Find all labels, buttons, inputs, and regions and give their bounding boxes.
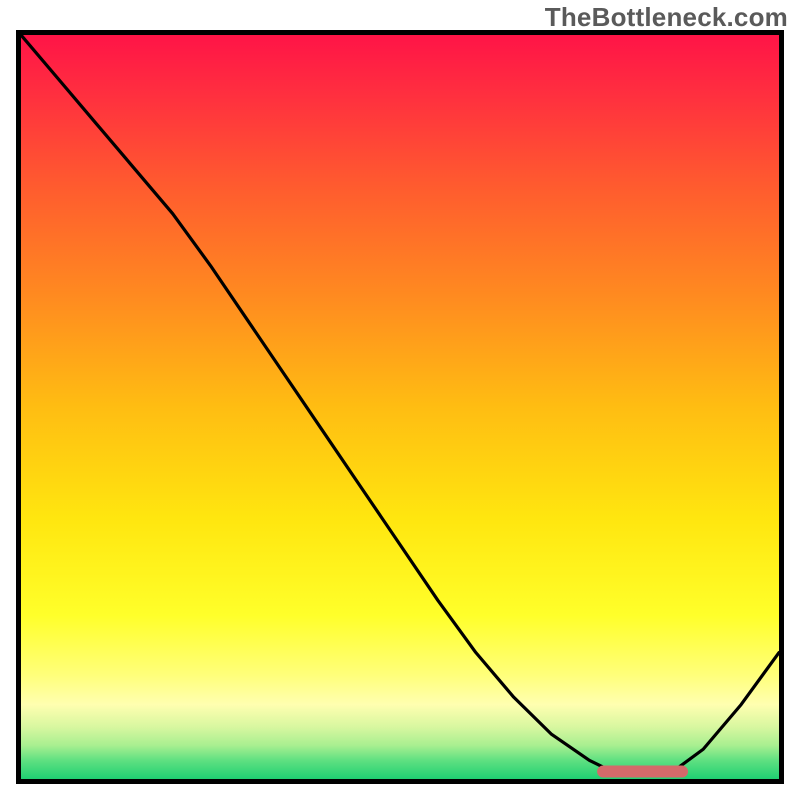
optimal-zone-marker xyxy=(597,766,688,778)
watermark-text: TheBottleneck.com xyxy=(545,2,788,33)
plot-area xyxy=(16,30,784,784)
chart-svg xyxy=(21,35,779,779)
background-rect xyxy=(21,35,779,779)
chart-frame: TheBottleneck.com xyxy=(0,0,800,800)
